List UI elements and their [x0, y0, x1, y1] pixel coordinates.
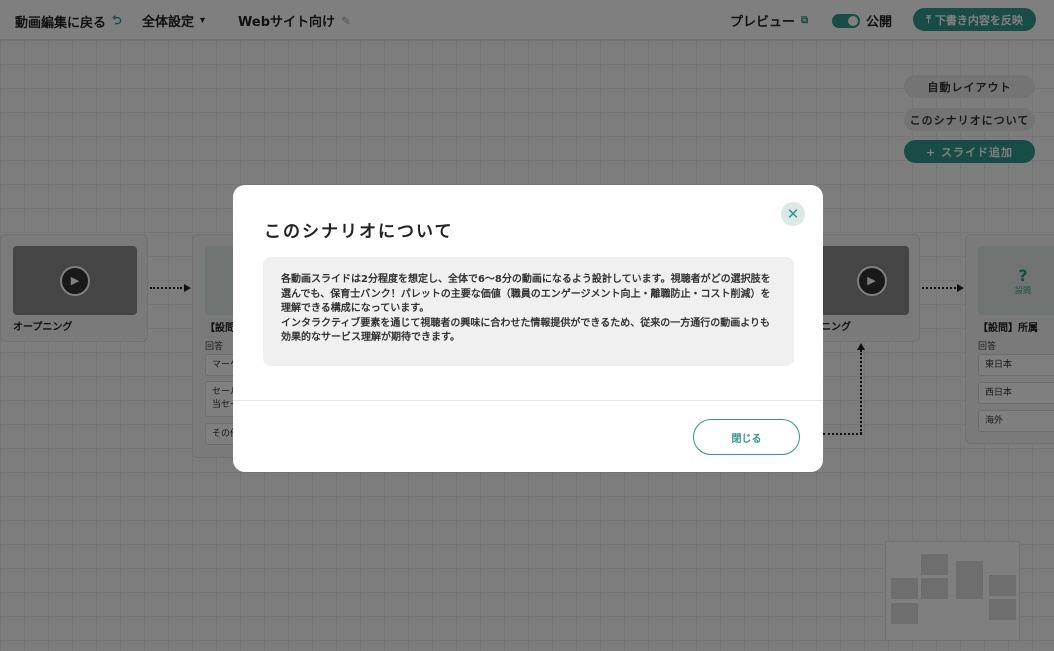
description-paragraph: 各動画スライドは2分程度を想定し、全体で6〜8分の動画になるよう設計しています。… — [281, 274, 771, 315]
modal-divider — [233, 400, 823, 401]
modal-description: 各動画スライドは2分程度を想定し、全体で6〜8分の動画になるよう設計しています。… — [263, 257, 794, 366]
close-button[interactable]: 閉じる — [693, 419, 800, 455]
modal-title: このシナリオについて — [264, 222, 454, 242]
about-scenario-modal: このシナリオについて ✕ 各動画スライドは2分程度を想定し、全体で6〜8分の動画… — [233, 185, 823, 472]
description-paragraph: インタラクティブ要素を通じて視聴者の興味に合わせた情報提供ができるため、従来の一… — [281, 317, 770, 344]
close-icon[interactable]: ✕ — [781, 202, 805, 226]
